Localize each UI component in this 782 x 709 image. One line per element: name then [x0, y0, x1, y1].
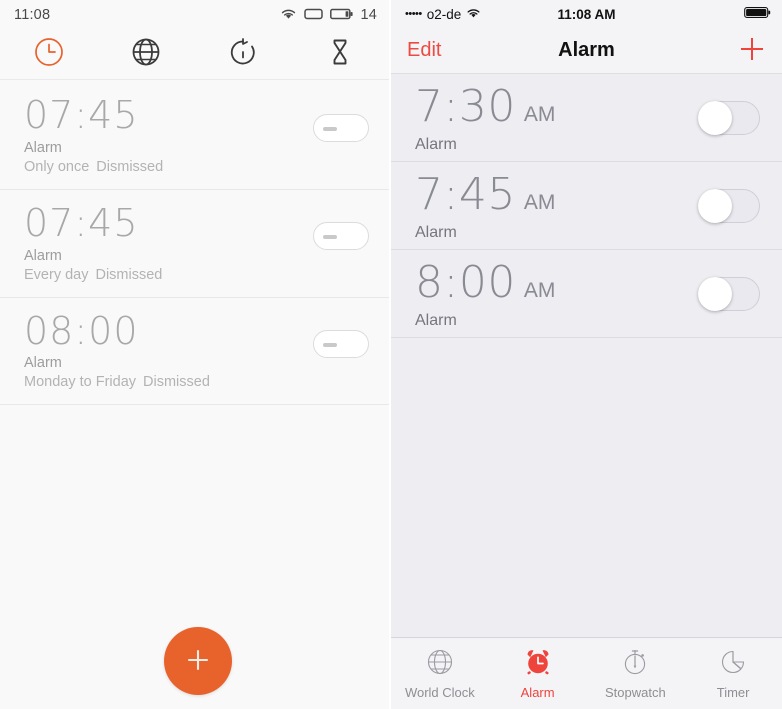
- tab-world-clock[interactable]: [97, 30, 194, 79]
- list-item[interactable]: 7:30 AM Alarm: [391, 74, 782, 162]
- alarm-time: 8:00: [415, 257, 516, 308]
- signal-strength-icon: •••••: [405, 8, 422, 20]
- ios-clock-app: ••••• o2-de 11:08 AM Edit Alarm 7:30 AM …: [391, 0, 782, 709]
- android-battery-percent: 14: [360, 7, 377, 23]
- tab-clock[interactable]: [0, 30, 97, 79]
- android-tab-bar: [0, 30, 389, 80]
- battery-icon: [744, 6, 772, 22]
- tab-label: Timer: [716, 685, 750, 700]
- alarm-status: Every day Dismissed: [24, 267, 313, 283]
- table-row[interactable]: 07:45 Alarm Only once Dismissed: [0, 82, 389, 190]
- alarm-label: Alarm: [24, 247, 62, 264]
- toggle-knob: [698, 188, 732, 223]
- alarm-time: 07:45: [24, 200, 139, 245]
- toggle-knob: [698, 276, 732, 311]
- clock-icon: [33, 36, 65, 73]
- android-clock-app: 11:08 14 07:45 Alarm Only once Dismissed…: [0, 0, 391, 709]
- tab-timer[interactable]: Timer: [684, 638, 782, 709]
- alarm-label: Alarm: [24, 139, 62, 156]
- alarm-label: Alarm: [24, 355, 62, 372]
- ios-alarm-time-line: 8:00 AM: [415, 261, 698, 305]
- ios-alarm-time-line: 7:30 AM: [415, 85, 698, 129]
- battery-icon: [330, 7, 354, 24]
- android-alarm-info: 08:00 Alarm Monday to Friday Dismissed: [24, 308, 313, 390]
- ios-carrier-info: ••••• o2-de: [405, 7, 481, 22]
- signal-icon: [304, 7, 324, 24]
- list-item[interactable]: 8:00 AM Alarm: [391, 250, 782, 338]
- alarm-status: Only once Dismissed: [24, 159, 313, 175]
- alarm-state: Dismissed: [96, 158, 164, 175]
- alarm-toggle[interactable]: [313, 114, 369, 142]
- ios-alarm-info: 7:30 AM Alarm: [415, 81, 698, 154]
- list-item[interactable]: 7:45 AM Alarm: [391, 162, 782, 250]
- wifi-icon: [280, 7, 297, 24]
- alarm-status: Monday to Friday Dismissed: [24, 374, 313, 390]
- stopwatch-icon: [620, 647, 650, 682]
- alarm-label: Alarm: [415, 312, 457, 329]
- alarm-time: 07:45: [24, 93, 139, 137]
- ios-alarm-time-line: 7:45 AM: [415, 173, 698, 217]
- hourglass-icon: [324, 36, 356, 73]
- alarm-state: Dismissed: [143, 374, 210, 391]
- table-row[interactable]: 07:45 Alarm Every day Dismissed: [0, 190, 389, 298]
- android-alarm-list: 07:45 Alarm Only once Dismissed 07:45 Ala…: [0, 80, 389, 709]
- alarm-meridiem: AM: [523, 191, 556, 214]
- alarm-meridiem: AM: [523, 103, 556, 126]
- alarm-toggle[interactable]: [698, 188, 760, 223]
- tab-label: World Clock: [404, 685, 475, 700]
- tab-stopwatch[interactable]: Stopwatch: [587, 638, 685, 709]
- android-alarm-info: 07:45 Alarm Only once Dismissed: [24, 96, 313, 175]
- ios-nav-bar: Edit Alarm: [391, 28, 782, 74]
- alarm-time: 7:45: [415, 169, 516, 220]
- table-row[interactable]: 08:00 Alarm Monday to Friday Dismissed: [0, 298, 389, 406]
- tab-timer[interactable]: [292, 30, 389, 79]
- android-status-time: 11:08: [14, 7, 51, 23]
- ios-alarm-info: 7:45 AM Alarm: [415, 169, 698, 242]
- edit-button[interactable]: Edit: [407, 39, 441, 62]
- add-alarm-fab[interactable]: [164, 627, 232, 695]
- dual-screenshot-comparison: 11:08 14 07:45 Alarm Only once Dismissed…: [0, 0, 782, 709]
- globe-icon: [130, 36, 162, 73]
- tab-stopwatch[interactable]: [195, 30, 292, 79]
- ios-alarm-list: 7:30 AM Alarm 7:45 AM Alarm 8:00 AM Alar…: [391, 74, 782, 637]
- alarm-toggle[interactable]: [313, 221, 369, 250]
- alarm-repeat: Monday to Friday: [24, 374, 137, 391]
- carrier-name: o2-de: [426, 6, 462, 22]
- wifi-icon: [466, 7, 481, 22]
- add-alarm-button[interactable]: [738, 35, 766, 66]
- globe-icon: [425, 647, 455, 682]
- alarm-repeat: Only once: [24, 158, 90, 175]
- alarm-toggle[interactable]: [698, 100, 760, 135]
- toggle-knob: [698, 100, 732, 135]
- tab-world-clock[interactable]: World Clock: [391, 638, 489, 709]
- page-title: Alarm: [558, 39, 615, 61]
- plus-icon: [183, 645, 213, 678]
- alarm-label: Alarm: [415, 224, 457, 241]
- alarm-label: Alarm: [415, 136, 457, 153]
- tab-label: Stopwatch: [605, 685, 666, 700]
- android-status-bar: 11:08 14: [0, 0, 389, 30]
- ios-alarm-info: 8:00 AM Alarm: [415, 257, 698, 330]
- tab-alarm[interactable]: Alarm: [489, 638, 587, 709]
- stopwatch-icon: [227, 36, 259, 73]
- android-alarm-info: 07:45 Alarm Every day Dismissed: [24, 200, 313, 283]
- alarm-state: Dismissed: [95, 266, 163, 283]
- alarm-clock-icon: [523, 647, 553, 682]
- plus-icon: [738, 35, 766, 66]
- alarm-toggle[interactable]: [698, 276, 760, 311]
- ios-tab-bar: World Clock Alarm Stopwatch Timer: [391, 637, 782, 709]
- ios-status-bar: ••••• o2-de 11:08 AM: [391, 0, 782, 28]
- alarm-repeat: Every day: [24, 266, 89, 283]
- alarm-time: 7:30: [415, 81, 516, 132]
- alarm-time: 08:00: [24, 308, 139, 353]
- android-status-icons: 14: [280, 7, 377, 24]
- alarm-toggle[interactable]: [313, 329, 369, 358]
- tab-label: Alarm: [520, 685, 555, 700]
- alarm-meridiem: AM: [523, 279, 556, 302]
- timer-icon: [718, 647, 748, 682]
- ios-status-icons: [744, 6, 772, 22]
